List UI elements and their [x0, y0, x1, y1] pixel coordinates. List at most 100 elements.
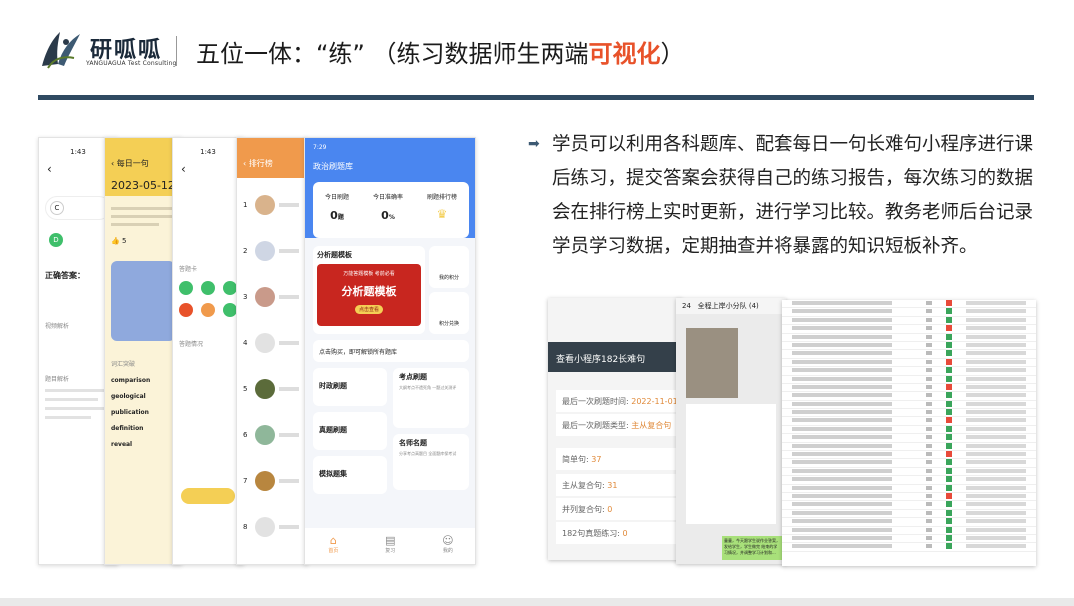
stat-today-count: 今日刷题 0题 — [324, 194, 349, 222]
rank-number: 6 — [243, 431, 248, 439]
rank-row[interactable]: 8 — [243, 504, 301, 550]
template-card[interactable]: 分析题模板 万能答题模板 考前必看 分析题模板 点击查看 — [313, 246, 425, 334]
avatar — [255, 195, 275, 215]
rank-row[interactable]: 6 — [243, 412, 301, 458]
submit-button[interactable] — [181, 488, 235, 504]
avatar — [255, 241, 275, 261]
rank-number: 7 — [243, 477, 248, 485]
rank-row[interactable]: 7 — [243, 458, 301, 504]
home-icon: ⌂ — [329, 534, 337, 547]
template-banner[interactable]: 万能答题模板 考前必看 分析题模板 点击查看 — [317, 264, 421, 326]
sentence-text — [105, 196, 181, 237]
phone-answer-card: 1:43 ‹ 答题卡 答题情况 — [172, 137, 244, 565]
table-row — [782, 392, 1036, 401]
table-row — [782, 367, 1036, 376]
logo-mark-icon — [42, 32, 80, 69]
card-famous-teachers[interactable]: 名师名题 分享考点高题目 全面题库保考试 — [393, 434, 469, 490]
answer-dot[interactable] — [179, 303, 193, 317]
table-row — [782, 375, 1036, 384]
back-icon[interactable]: ‹ — [173, 156, 243, 182]
table-row — [782, 509, 1036, 519]
status-time: 7:29 — [313, 144, 327, 151]
banner-button[interactable]: 点击查看 — [354, 305, 383, 314]
table-row — [782, 518, 1036, 527]
answer-dot[interactable] — [223, 303, 237, 317]
table-row — [782, 476, 1036, 485]
brand-logo: 研呱呱 YANGUAGUA Test Consulting — [38, 26, 178, 74]
rank-row[interactable]: 3 — [243, 274, 301, 320]
rank-row[interactable]: 5 — [243, 366, 301, 412]
vocab-label: 词汇突破 — [111, 361, 136, 368]
bottom-bar — [0, 598, 1074, 606]
table-row — [782, 308, 1036, 317]
chat-document-image[interactable] — [686, 404, 776, 524]
avatar — [255, 287, 275, 307]
answer-dot[interactable] — [201, 281, 215, 295]
option-c[interactable]: C — [50, 201, 64, 215]
page-title-tail: ） — [660, 40, 685, 68]
chat-photo[interactable] — [686, 328, 738, 398]
my-points-button[interactable]: 我的积分 — [429, 246, 469, 288]
stat-leaderboard-link[interactable]: 刷题排行榜 ♛ — [427, 192, 457, 238]
table-row — [782, 459, 1036, 468]
brand-subtitle: YANGUAGUA Test Consulting — [86, 60, 177, 67]
crown-icon: ♛ — [436, 207, 448, 221]
answer-grid — [173, 279, 243, 319]
table-row — [782, 383, 1036, 393]
status-time: 1:43 — [200, 148, 216, 156]
stats-row: 最后一次刷题类型: 主从复合句 — [556, 414, 678, 436]
table-row — [782, 467, 1036, 477]
template-section-label: 分析题模板 — [317, 251, 352, 259]
description-block: ➡ 学员可以利用各科题库、配套每日一句长难句小程序进行课后练习，提交答案会获得自… — [528, 128, 1038, 264]
daily-sentence-date: 2023-05-12 — [111, 179, 175, 192]
table-row — [782, 333, 1036, 342]
tab-profile[interactable]: ☺ 我的 — [442, 534, 454, 564]
option-d[interactable]: D — [49, 233, 63, 247]
stats-card: 今日刷题 0题 今日准确率 0% 刷题排行榜 ♛ — [313, 182, 469, 238]
answer-dot[interactable] — [179, 281, 193, 295]
card-key-points[interactable]: 考点刷题 大纲考点不遗死角 一题过关测评 — [393, 368, 469, 428]
vocab-word: definition — [111, 425, 144, 432]
chat-message: 童童，今天跟学生说作业答案，发给学生，学生做完 结束的学习情况，并调整学习计划和… — [722, 536, 782, 560]
stats-row: 并列复合句: 0 — [556, 498, 678, 520]
book-icon: ▤ — [385, 534, 396, 547]
header-divider — [176, 36, 177, 66]
answer-dot[interactable] — [201, 303, 215, 317]
stats-row: 182句真题练习: 0 — [556, 522, 678, 544]
header-rule — [38, 95, 1034, 100]
status-label: 答题情况 — [179, 341, 204, 348]
answer-dot[interactable] — [223, 281, 237, 295]
table-row — [782, 350, 1036, 359]
card-mock-exams[interactable]: 模拟题集 — [313, 456, 387, 494]
phone-leaderboard: ‹ 排行榜 1 2 3 4 5 6 7 8 — [236, 137, 308, 565]
table-row — [782, 434, 1036, 443]
group-chat-screen: 24 全程上岸小分队 (4) 童童，今天跟学生说作业答案，发给学生，学生做完 结… — [676, 298, 786, 564]
rank-number: 5 — [243, 385, 248, 393]
stat-accuracy: 今日准确率 0% — [372, 194, 403, 222]
points-exchange-button[interactable]: 积分兑换 — [429, 292, 469, 334]
stats-row: 简单句: 37 — [556, 448, 678, 470]
card-current-affairs[interactable]: 时政刷题 — [313, 368, 387, 406]
table-row — [782, 526, 1036, 535]
phone-screenshots: 1:43 ‹ C D 正确答案： 视频解析 题目解析 ‹ 每日一句 2023-0… — [38, 137, 478, 567]
teacher-screenshots: 查看小程序182长难句 最后一次刷题时间: 2022-11-01 最后一次刷题类… — [548, 298, 1038, 568]
tab-review[interactable]: ▤ 复习 — [385, 534, 396, 564]
table-row — [782, 358, 1036, 368]
table-row — [782, 316, 1036, 326]
table-row — [782, 543, 1036, 552]
user-icon: ☺ — [442, 534, 454, 547]
table-row — [782, 492, 1036, 502]
table-row — [782, 534, 1036, 544]
avatar — [255, 471, 275, 491]
bottom-tabbar: ⌂ 首页 ▤ 复习 ☺ 我的 — [305, 528, 475, 564]
rank-row[interactable]: 4 — [243, 320, 301, 366]
banner-subtitle: 万能答题模板 考前必看 — [343, 271, 395, 277]
unlock-banner[interactable]: 点击购买，即可解锁所有题库 — [313, 340, 469, 362]
stats-row: 最后一次刷题时间: 2022-11-01 — [556, 390, 678, 412]
tab-home[interactable]: ⌂ 首页 — [328, 534, 338, 564]
like-count[interactable]: 👍 5 — [105, 237, 181, 245]
rank-row[interactable]: 1 — [243, 182, 301, 228]
card-past-exams[interactable]: 真题刷题 — [313, 412, 387, 450]
rank-row[interactable]: 2 — [243, 228, 301, 274]
table-row — [782, 451, 1036, 460]
